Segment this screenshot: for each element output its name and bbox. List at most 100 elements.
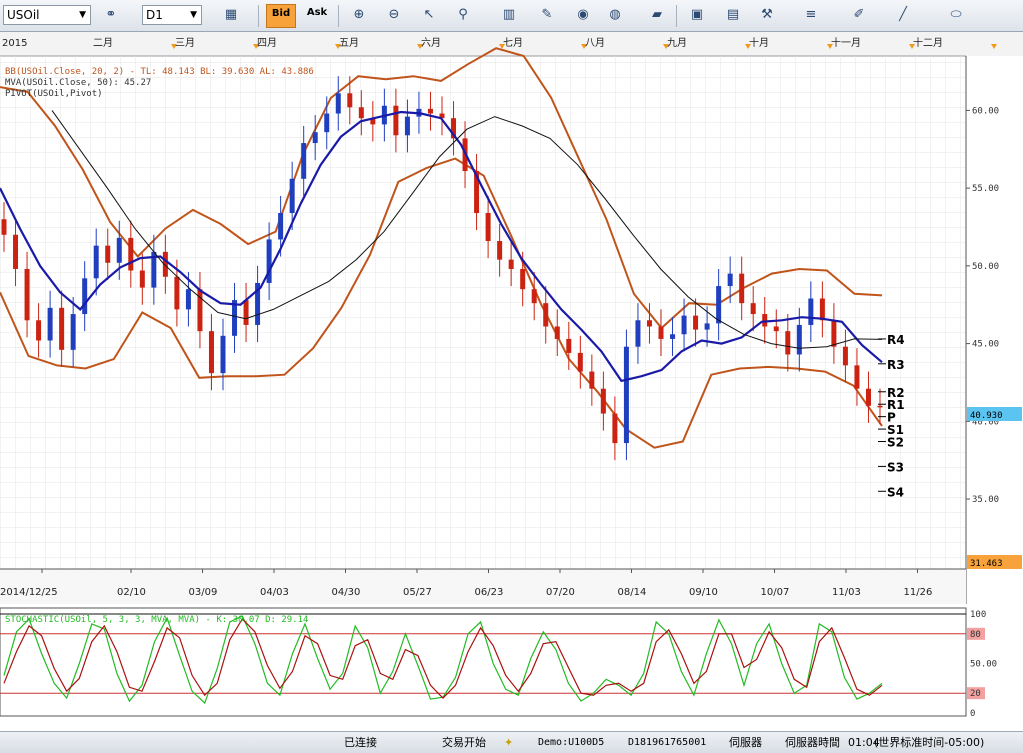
account-label: Demo:U100D5 (538, 737, 605, 748)
month-label: 五月 (339, 37, 359, 49)
price-axis: 35.0040.0045.0050.0055.0060.00 (966, 106, 999, 505)
text-tool-icon[interactable]: ≡ (800, 4, 822, 26)
candle-body (520, 268, 526, 290)
image-icon[interactable]: ▣ (686, 4, 708, 26)
candle-body (82, 278, 88, 315)
zoom-in-icon[interactable]: ⊕ (348, 4, 370, 26)
candle-body (324, 113, 330, 133)
connection-status: 已连接 (344, 736, 377, 749)
cursor-icon[interactable]: ↖ (418, 4, 440, 26)
candle-body (335, 93, 341, 114)
month-label: 三月 (175, 37, 195, 49)
candle-body (704, 323, 710, 330)
status-bar: 已连接 交易开始 ✦ Demo:U100D5 D181961765001 伺服器… (0, 731, 1023, 753)
ask-button[interactable]: Ask (302, 4, 332, 28)
date-tick-label: 04/30 (332, 587, 361, 598)
last-price-value: 40.930 (970, 411, 1003, 421)
candle-body (566, 338, 572, 353)
date-tick-label: 2014/12/25 (0, 587, 58, 598)
symbol-value: USOil (7, 8, 40, 22)
pivot-label: S3 (887, 460, 904, 474)
date-tick-label: 11/03 (832, 587, 861, 598)
ellipse-icon[interactable]: ⬭ (945, 4, 967, 26)
candle-body (842, 346, 848, 366)
candle-body (646, 320, 652, 327)
price-tick-label: 50.00 (972, 262, 999, 272)
candle-body (128, 237, 134, 271)
candle-body (612, 413, 618, 444)
timeframe-select[interactable]: D1 ▼ (142, 5, 202, 25)
candle-body (508, 259, 514, 269)
bb-legend: BB(USOil.Close, 20, 2) - TL: 48.143 BL: … (5, 67, 314, 77)
month-label: 十一月 (831, 36, 861, 49)
account-id: D181961765001 (628, 737, 707, 748)
trading-status: 交易开始 (442, 736, 486, 749)
candle-body (773, 326, 779, 332)
candle-body (139, 270, 145, 288)
pivot-legend: PIVOT(USOil,Pivot) (5, 89, 103, 99)
month-label: 九月 (667, 37, 687, 49)
candle-body (543, 303, 549, 327)
candle-body (393, 105, 399, 136)
eye-icon[interactable]: ◉ (572, 4, 594, 26)
timeframe-value: D1 (146, 8, 163, 22)
candle-body (693, 315, 699, 330)
window-icon[interactable]: ▤ (722, 4, 744, 26)
candle-body (301, 143, 307, 179)
pivot-label: R3 (887, 358, 905, 372)
candle-body (808, 298, 814, 325)
date-tick-label: 02/10 (117, 587, 146, 598)
candle-body (497, 240, 503, 260)
candle-body (831, 320, 837, 347)
candle-body (670, 334, 676, 339)
chart-area: 2015 二月 三月 四月 五月 六月 七月 八月 九月 十月 十一月 十二月 35.0040.00… (0, 32, 1023, 719)
candle-body (13, 234, 19, 269)
candle-body (600, 388, 606, 414)
candle-body (404, 116, 410, 136)
connect-icon[interactable]: ⚭ (100, 4, 122, 26)
month-label: 七月 (503, 37, 523, 49)
separator (338, 5, 339, 27)
candle-body (289, 178, 295, 214)
price-tick-label: 45.00 (972, 340, 999, 350)
tools-icon[interactable]: ⚒ (756, 4, 778, 26)
line-tool-icon[interactable]: ╱ (892, 4, 914, 26)
year-label: 2015 (2, 38, 27, 49)
bid-button[interactable]: Bid (266, 4, 296, 28)
candle-body (531, 289, 537, 304)
stochastic-tick-label: 80 (970, 630, 981, 640)
chart-type-icon[interactable]: ▦ (220, 4, 242, 26)
symbol-select[interactable]: USOil ▼ (3, 5, 91, 25)
candle-body (739, 273, 745, 304)
candle-body (854, 365, 860, 389)
candle-body (70, 314, 76, 350)
pencil-icon[interactable]: ✐ (848, 4, 870, 26)
candle-body (47, 307, 53, 341)
server-label: 伺服器 (729, 736, 762, 749)
ruler-icon[interactable]: ▰ (646, 4, 668, 26)
magnifier-icon[interactable]: ⚲ (452, 4, 474, 26)
candle-body (485, 213, 491, 241)
stochastic-tick-label: 50.00 (970, 660, 997, 670)
stochastic-tick-label: 0 (970, 709, 975, 719)
date-tick-label: 08/14 (618, 587, 647, 598)
month-label: 十月 (749, 36, 769, 49)
separator (258, 5, 259, 27)
candle-body (623, 346, 629, 444)
month-label: 十二月 (913, 36, 943, 49)
date-tick-label: 06/23 (475, 587, 504, 598)
month-label: 八月 (585, 37, 605, 49)
month-label: 六月 (421, 37, 441, 49)
candles-icon[interactable]: ▥ (498, 4, 520, 26)
properties-icon[interactable]: ✎ (536, 4, 558, 26)
globe-icon[interactable]: ◍ (604, 4, 626, 26)
stochastic-axis: 0 20 50.00 80 100 (967, 610, 997, 719)
zoom-out-icon[interactable]: ⊖ (383, 4, 405, 26)
pivot-label: S4 (887, 485, 904, 499)
candle-body (716, 286, 722, 324)
candle-body (796, 324, 802, 355)
price-tick-label: 60.00 (972, 106, 999, 116)
candle-body (785, 331, 791, 355)
candle-body (819, 298, 825, 321)
candle-body (635, 320, 641, 347)
